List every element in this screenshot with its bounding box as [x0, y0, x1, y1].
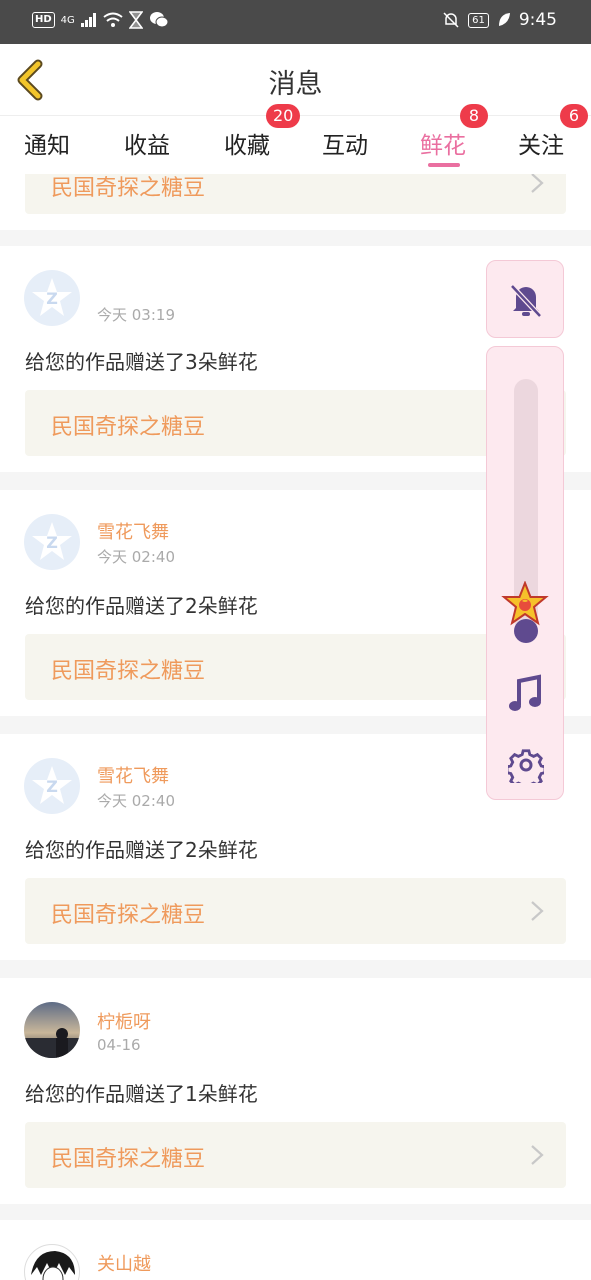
- tab-flowers[interactable]: 鲜花 8: [420, 104, 488, 160]
- page-title: 消息: [268, 69, 323, 100]
- avatar[interactable]: Z: [24, 514, 80, 570]
- tab-label: 关注: [518, 133, 564, 159]
- signal-icon: [80, 13, 96, 27]
- status-bar: HD 4G 61 9:45: [0, 0, 591, 44]
- unread-badge: 8: [460, 104, 488, 128]
- floating-control-panel: [486, 346, 564, 800]
- hourglass-icon: [128, 11, 143, 29]
- book-link[interactable]: 民国奇探之糖豆: [25, 174, 566, 214]
- avatar[interactable]: Z: [24, 270, 80, 326]
- gear-icon[interactable]: [508, 747, 544, 783]
- message-time: 今天 02:40: [97, 548, 175, 566]
- music-note-icon[interactable]: [507, 673, 545, 715]
- network-type: 4G: [60, 14, 75, 26]
- battery-indicator: 61: [468, 12, 489, 28]
- mute-bell-icon: [443, 12, 459, 28]
- tab-earnings[interactable]: 收益: [124, 126, 170, 160]
- book-title: 民国奇探之糖豆: [51, 1147, 206, 1172]
- star-brooch-icon: [501, 581, 549, 626]
- user-photo: [31, 1251, 75, 1280]
- mute-toggle-button[interactable]: [486, 260, 564, 338]
- default-avatar-icon: Z: [32, 766, 72, 804]
- clock: 9:45: [518, 10, 557, 30]
- chevron-right-icon: [531, 901, 544, 921]
- sender-name[interactable]: 柠栀呀: [97, 1008, 151, 1034]
- message-time: 今天 03:19: [97, 306, 175, 324]
- wechat-icon: [149, 12, 169, 28]
- tab-follow[interactable]: 关注 6: [518, 104, 588, 160]
- tab-label: 互动: [322, 133, 368, 159]
- default-avatar-icon: Z: [32, 278, 72, 316]
- unread-badge: 20: [266, 104, 301, 128]
- book-title: 民国奇探之糖豆: [51, 176, 206, 201]
- chevron-right-icon: [531, 174, 544, 193]
- tab-label: 鲜花: [420, 133, 466, 159]
- wifi-icon: [103, 12, 123, 27]
- avatar[interactable]: [24, 1244, 80, 1280]
- active-tab-indicator: [428, 163, 460, 167]
- book-title: 民国奇探之糖豆: [51, 659, 206, 684]
- book-link[interactable]: 民国奇探之糖豆: [25, 634, 566, 700]
- sender-name[interactable]: 雪花飞舞: [97, 762, 169, 788]
- message-text: 给您的作品赠送了3朵鲜花: [25, 350, 258, 374]
- book-title: 民国奇探之糖豆: [51, 415, 206, 440]
- message-text: 给您的作品赠送了2朵鲜花: [25, 594, 258, 618]
- tab-label: 收益: [124, 133, 170, 159]
- tab-notice[interactable]: 通知: [24, 126, 70, 160]
- book-link[interactable]: 民国奇探之糖豆: [25, 1122, 566, 1188]
- avatar[interactable]: [24, 1002, 80, 1058]
- book-link[interactable]: 民国奇探之糖豆: [25, 390, 566, 456]
- tab-label: 通知: [24, 133, 70, 159]
- default-avatar-icon: Z: [32, 522, 72, 560]
- book-link[interactable]: 民国奇探之糖豆: [25, 878, 566, 944]
- message-time: 今天 02:40: [97, 792, 175, 810]
- bell-off-icon: [510, 284, 542, 318]
- tab-interaction[interactable]: 互动: [322, 126, 368, 160]
- message-time: 04-16: [97, 1036, 141, 1054]
- avatar[interactable]: Z: [24, 758, 80, 814]
- message-card: 民国奇探之糖豆: [0, 174, 591, 230]
- hd-indicator: HD: [32, 12, 55, 28]
- tab-favorites[interactable]: 收藏 20: [224, 104, 301, 160]
- message-text: 给您的作品赠送了2朵鲜花: [25, 838, 258, 862]
- chevron-right-icon: [531, 1145, 544, 1165]
- book-title: 民国奇探之糖豆: [51, 903, 206, 928]
- message-card: 柠栀呀 04-16 给您的作品赠送了1朵鲜花 民国奇探之糖豆: [0, 978, 591, 1204]
- user-photo: [24, 1002, 80, 1058]
- svg-text:Z: Z: [46, 533, 58, 552]
- message-card: 关山越: [0, 1220, 591, 1280]
- leaf-icon: [498, 13, 510, 26]
- svg-text:Z: Z: [46, 777, 58, 796]
- sender-name[interactable]: 雪花飞舞: [97, 518, 169, 544]
- header-bar: 消息: [0, 44, 591, 116]
- unread-badge: 6: [560, 104, 588, 128]
- tab-label: 收藏: [224, 133, 270, 159]
- sender-name[interactable]: 关山越: [97, 1250, 151, 1276]
- tab-bar: 通知 收益 收藏 20 互动 鲜花 8 关注 6: [0, 104, 591, 174]
- message-text: 给您的作品赠送了1朵鲜花: [25, 1082, 258, 1106]
- svg-text:Z: Z: [46, 289, 58, 308]
